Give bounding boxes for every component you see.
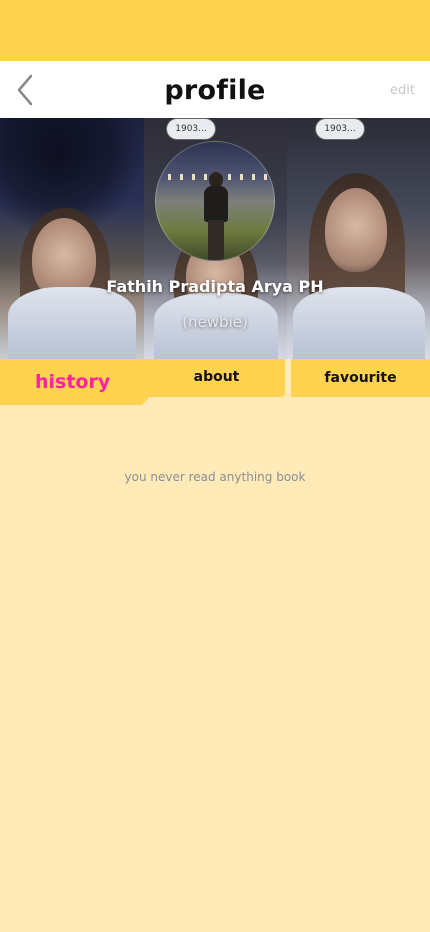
tab-favourite[interactable]: favourite (291, 359, 430, 397)
page-title: profile (164, 75, 266, 106)
banner-sign: 1903... (166, 118, 216, 140)
banner-sign: 1903... (315, 118, 365, 140)
profile-banner: 1903... 1903... Fathih Pradipta Arya PH … (0, 118, 430, 359)
status-bar (0, 0, 430, 61)
user-rank: (newbie) (182, 313, 248, 331)
nav-bar: profile edit (0, 61, 430, 118)
user-name: Fathih Pradipta Arya PH (106, 277, 324, 296)
profile-tabs: history about favourite (0, 359, 430, 407)
edit-button[interactable]: edit (390, 83, 415, 98)
tab-about[interactable]: about (148, 359, 285, 397)
empty-history-message: you never read anything book (124, 470, 306, 484)
avatar[interactable] (155, 141, 275, 261)
tab-history[interactable]: history (0, 359, 148, 405)
